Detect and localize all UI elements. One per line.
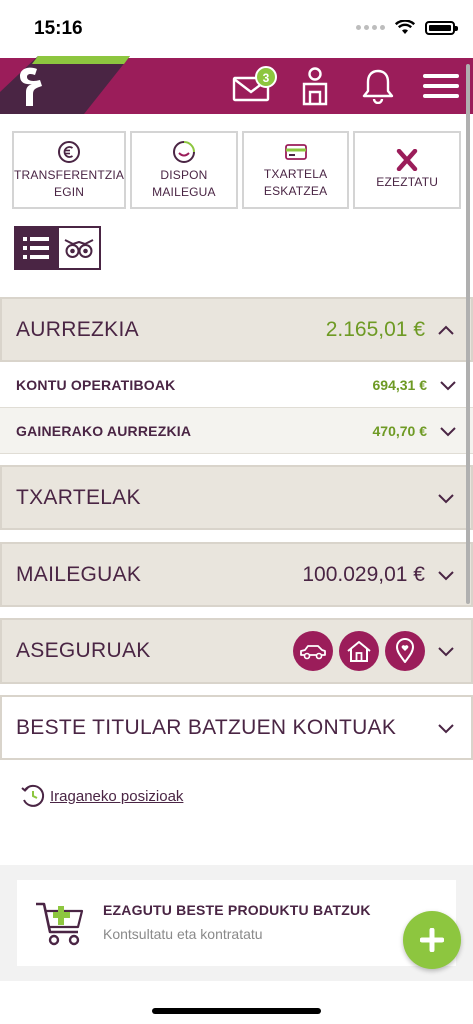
card-icon xyxy=(284,143,307,160)
owl-view-button[interactable] xyxy=(57,226,101,270)
brand-logo[interactable] xyxy=(0,54,135,114)
view-toggle xyxy=(14,226,101,270)
chevron-down-icon xyxy=(440,380,456,390)
section-insurance[interactable]: ASEGURUAK xyxy=(0,618,473,684)
home-insurance-button[interactable] xyxy=(339,631,379,671)
mailbox-button[interactable]: 3 xyxy=(231,66,283,106)
promo-card[interactable]: EZAGUTU BESTE PRODUKTU BATZUK Kontsultat… xyxy=(17,880,456,966)
transfer-button[interactable]: TRANSFERENTZIA EGIN xyxy=(12,131,127,209)
history-clock-icon xyxy=(21,784,45,807)
chevron-down-icon xyxy=(440,426,456,436)
signal-icon xyxy=(356,25,385,30)
menu-button[interactable] xyxy=(420,66,462,106)
account-row-label: KONTU OPERATIBOAK xyxy=(16,376,176,393)
account-row-operative[interactable]: KONTU OPERATIBOAK 694,31 € xyxy=(0,362,473,408)
section-loans-amount: 100.029,01 € xyxy=(302,562,425,586)
bell-icon xyxy=(362,69,394,104)
section-loans-title: MAILEGUAK xyxy=(16,562,142,586)
section-other-holders-title: BESTE TITULAR BATZUEN KONTUAK xyxy=(16,715,397,739)
chevron-up-icon xyxy=(438,325,454,335)
notifications-button[interactable] xyxy=(360,66,396,106)
owl-icon xyxy=(64,239,94,258)
battery-icon xyxy=(425,20,458,35)
account-row-other-savings[interactable]: GAINERAKO AURREZKIA 470,70 € xyxy=(0,408,473,454)
loan-drawdown-button[interactable]: DISPON MAILEGUA xyxy=(130,131,238,209)
plus-icon xyxy=(420,928,444,952)
quick-actions: TRANSFERENTZIA EGIN DISPON MAILEGUA TXAR… xyxy=(12,131,462,209)
insurance-icons xyxy=(293,631,425,671)
section-savings-title: AURREZKIA xyxy=(16,317,139,341)
promo-title: EZAGUTU BESTE PRODUKTU BATZUK xyxy=(103,902,371,918)
card-request-button[interactable]: TXARTELA ESKATZEA xyxy=(241,131,350,209)
location-pin-icon xyxy=(396,638,414,663)
status-bar: 15:16 xyxy=(0,0,473,58)
section-savings[interactable]: AURREZKIA 2.165,01 € xyxy=(0,297,473,362)
chevron-down-icon xyxy=(438,493,454,503)
section-savings-amount: 2.165,01 € xyxy=(325,317,425,341)
status-indicators xyxy=(356,20,458,35)
cancel-label: EZEZTATU xyxy=(376,175,439,189)
section-other-holders[interactable]: BESTE TITULAR BATZUEN KONTUAK xyxy=(0,695,473,760)
account-row-amount: 470,70 € xyxy=(372,422,428,439)
section-loans[interactable]: MAILEGUAK 100.029,01 € xyxy=(0,542,473,607)
scrollbar[interactable] xyxy=(466,64,470,604)
transfer-label: TRANSFERENTZIA EGIN xyxy=(14,167,125,199)
person-icon xyxy=(302,67,328,106)
wifi-icon xyxy=(395,20,415,34)
past-positions-label: Iraganeko posizioak xyxy=(50,787,184,805)
cancel-icon xyxy=(396,149,418,171)
home-indicator[interactable] xyxy=(152,1008,321,1014)
chevron-down-icon xyxy=(438,647,454,657)
status-time: 15:16 xyxy=(34,18,83,39)
envelope-icon xyxy=(232,66,277,102)
section-insurance-title: ASEGURUAK xyxy=(16,639,151,662)
home-icon xyxy=(347,641,371,662)
profile-button[interactable] xyxy=(300,66,330,106)
past-positions-link[interactable]: Iraganeko posizioak xyxy=(20,783,183,809)
section-cards-title: TXARTELAK xyxy=(16,485,141,509)
car-icon xyxy=(300,645,326,660)
list-icon xyxy=(23,237,49,259)
cancel-action-button[interactable]: EZEZTATU xyxy=(353,131,462,209)
chevron-down-icon xyxy=(438,570,454,580)
smile-icon xyxy=(172,140,195,163)
promo-subtitle: Kontsultatu eta kontratatu xyxy=(103,926,263,942)
chevron-down-icon xyxy=(438,723,454,733)
loan-drawdown-label: DISPON MAILEGUA xyxy=(152,167,216,199)
account-row-label: GAINERAKO AURREZKIA xyxy=(16,422,192,439)
section-cards[interactable]: TXARTELAK xyxy=(0,465,473,530)
add-button[interactable] xyxy=(403,911,461,969)
account-row-amount: 694,31 € xyxy=(372,376,428,393)
life-insurance-button[interactable] xyxy=(385,631,425,671)
notification-badge: 3 xyxy=(262,71,270,85)
shopping-cart-icon xyxy=(36,902,84,946)
euro-icon xyxy=(58,140,81,163)
hamburger-menu-icon xyxy=(423,74,459,98)
car-insurance-button[interactable] xyxy=(293,631,333,671)
card-request-label: TXARTELA ESKATZEA xyxy=(263,166,328,198)
list-view-button[interactable] xyxy=(14,226,58,270)
